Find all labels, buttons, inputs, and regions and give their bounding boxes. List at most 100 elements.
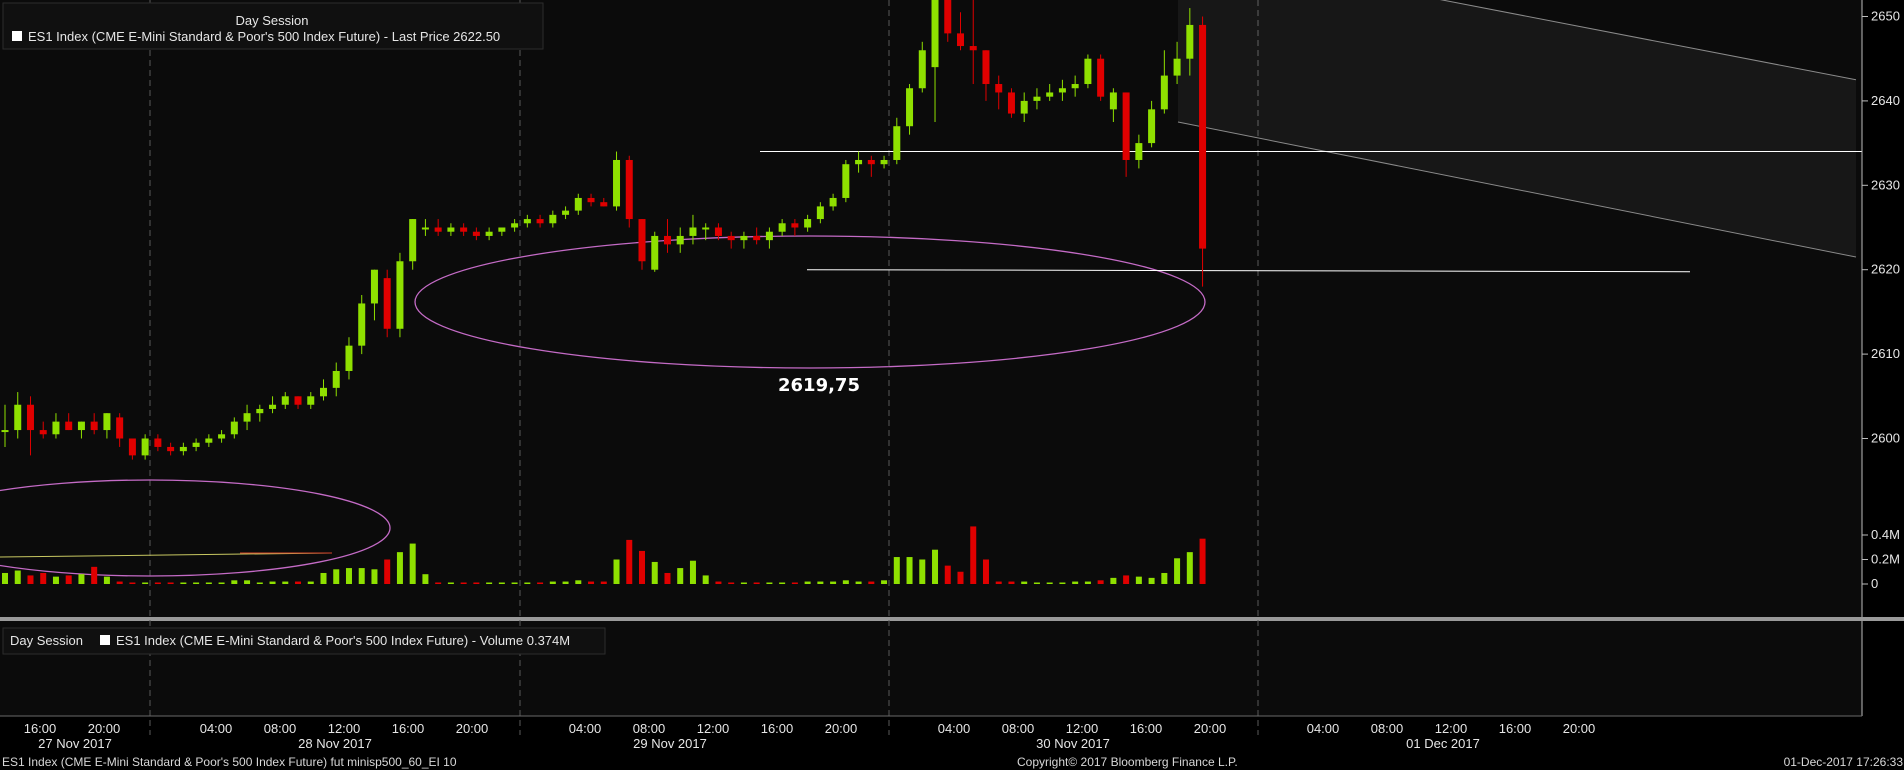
volume-bar-77 xyxy=(982,559,989,584)
volume-bar-43 xyxy=(549,581,556,584)
candle-body-43 xyxy=(549,214,557,224)
candle-body-92 xyxy=(1173,58,1181,76)
candle-body-65 xyxy=(829,197,837,207)
candle-body-63 xyxy=(804,219,812,228)
candle-body-64 xyxy=(816,206,824,220)
candle-body-60 xyxy=(765,231,773,241)
volume-bar-92 xyxy=(1174,558,1181,584)
volume-bar-65 xyxy=(830,581,837,584)
candle-body-54 xyxy=(689,227,697,236)
volume-bar-9 xyxy=(116,581,123,584)
candle-body-47 xyxy=(600,202,608,207)
candle-79 xyxy=(1007,88,1015,118)
volume-bar-49 xyxy=(626,539,633,584)
candle-body-20 xyxy=(256,408,264,414)
price-tick-label-2610: 2610 xyxy=(1871,346,1900,361)
volume-bar-38 xyxy=(486,582,493,584)
candle-body-61 xyxy=(778,223,786,232)
candle-body-76 xyxy=(969,46,977,51)
time-label-2: 04:00 xyxy=(200,721,233,736)
volume-legend-swatch xyxy=(100,635,110,645)
candle-body-32 xyxy=(409,219,417,262)
candle-body-17 xyxy=(218,434,226,439)
volume-bar-63 xyxy=(804,581,811,584)
volume-bar-87 xyxy=(1110,577,1117,584)
volume-bar-64 xyxy=(817,581,824,584)
volume-tick-label-1: 0.2M xyxy=(1871,552,1900,567)
candle-body-83 xyxy=(1058,88,1066,93)
candle-49 xyxy=(625,155,633,228)
footer-copyright: Copyright© 2017 Bloomberg Finance L.P. xyxy=(1017,755,1238,769)
volume-bar-91 xyxy=(1161,572,1168,584)
volume-bar-67 xyxy=(855,581,862,584)
candle-body-14 xyxy=(179,446,187,452)
volume-bar-50 xyxy=(639,550,645,584)
candle-body-2 xyxy=(26,404,34,431)
date-label-2: 29 Nov 2017 xyxy=(633,736,707,751)
volume-bar-15 xyxy=(193,582,200,584)
volume-bar-74 xyxy=(944,565,951,584)
volume-bar-71 xyxy=(906,557,913,584)
candle-body-68 xyxy=(867,159,875,165)
candle-body-41 xyxy=(523,219,531,224)
candle-body-78 xyxy=(995,84,1003,93)
time-label-19: 12:00 xyxy=(1435,721,1468,736)
volume-bar-23 xyxy=(295,581,302,584)
volume-bar-60 xyxy=(766,582,773,584)
time-label-14: 12:00 xyxy=(1066,721,1099,736)
volume-bar-41 xyxy=(524,582,531,584)
candle-body-0 xyxy=(1,430,9,433)
candle-body-90 xyxy=(1148,109,1156,144)
time-label-8: 08:00 xyxy=(633,721,666,736)
volume-bar-10 xyxy=(129,582,136,584)
candle-body-85 xyxy=(1084,58,1092,85)
candle-body-16 xyxy=(205,438,213,443)
volume-bar-66 xyxy=(842,580,849,584)
time-label-7: 04:00 xyxy=(569,721,602,736)
volume-bar-4 xyxy=(52,576,59,584)
volume-bar-72 xyxy=(919,559,926,584)
time-label-12: 04:00 xyxy=(938,721,971,736)
volume-bar-37 xyxy=(473,582,480,584)
candle-body-26 xyxy=(332,370,340,388)
volume-bar-61 xyxy=(779,582,786,584)
candle-body-33 xyxy=(421,227,429,230)
candle-body-21 xyxy=(269,404,277,409)
volume-legend-text: ES1 Index (CME E-Mini Standard & Poor's … xyxy=(116,633,570,648)
panel-separator[interactable] xyxy=(0,617,1904,621)
candle-body-62 xyxy=(791,223,799,228)
candle-body-52 xyxy=(663,235,671,245)
candle-body-37 xyxy=(472,231,480,236)
date-label-0: 27 Nov 2017 xyxy=(38,736,112,751)
volume-bar-83 xyxy=(1059,582,1066,584)
candle-body-72 xyxy=(918,50,926,89)
volume-bar-75 xyxy=(957,571,964,584)
volume-bar-82 xyxy=(1046,582,1053,584)
candle-body-23 xyxy=(294,396,302,405)
candle-body-1 xyxy=(14,404,22,431)
footer-left: ES1 Index (CME E-Mini Standard & Poor's … xyxy=(2,755,457,769)
candle-body-70 xyxy=(893,126,901,160)
candle-48 xyxy=(613,151,621,211)
time-label-13: 08:00 xyxy=(1002,721,1035,736)
candle-body-45 xyxy=(574,197,582,211)
candle-body-9 xyxy=(116,417,124,439)
volume-bar-30 xyxy=(384,559,391,584)
time-label-11: 20:00 xyxy=(825,721,858,736)
candle-51 xyxy=(651,231,659,272)
volume-bar-36 xyxy=(460,582,467,584)
volume-panel-title: Day Session xyxy=(10,633,83,648)
low-annotation: 2619,75 xyxy=(778,375,860,396)
volume-bar-16 xyxy=(205,582,212,584)
volume-bar-55 xyxy=(702,575,709,584)
date-label-4: 01 Dec 2017 xyxy=(1406,736,1480,751)
volume-bar-62 xyxy=(791,582,798,584)
candle-body-15 xyxy=(192,442,200,447)
volume-bar-28 xyxy=(358,568,365,584)
volume-bar-29 xyxy=(371,569,378,584)
volume-bar-73 xyxy=(932,549,939,584)
candle-body-89 xyxy=(1135,143,1143,160)
candle-body-71 xyxy=(906,88,914,127)
volume-bar-31 xyxy=(396,552,403,584)
candle-body-55 xyxy=(702,227,710,230)
